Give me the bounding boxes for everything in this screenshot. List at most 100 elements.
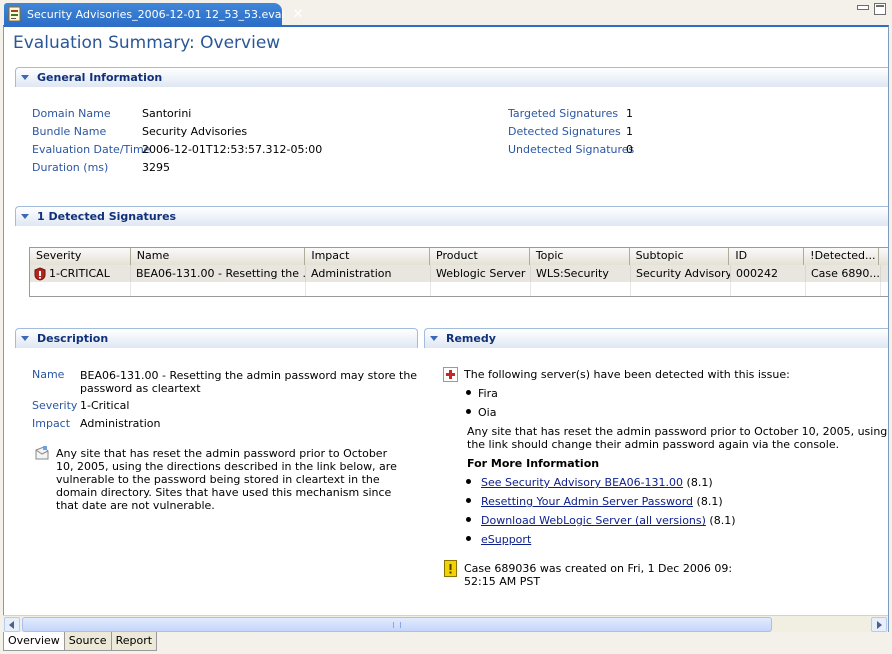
column-header-topic[interactable]: Topic (529, 248, 630, 265)
table-row[interactable]: 1-CRITICAL BEA06-131.00 - Resetting the … (30, 265, 888, 282)
case-line1: Case 689036 was created on Fri, 1 Dec 20… (464, 562, 733, 575)
detected-signatures-value: 1 (626, 125, 633, 138)
severity-text: 1-CRITICAL (49, 267, 110, 280)
evaluation-date-value: 2006-12-01T12:53:57.312-05:00 (142, 143, 323, 156)
description-severity-label: Severity (32, 399, 78, 412)
scroll-right-arrow-icon[interactable] (871, 617, 887, 632)
remedy-intro: The following server(s) have been detect… (464, 368, 790, 381)
remedy-title: Remedy (446, 332, 496, 345)
description-body-line2: 10, 2005, using the directions described… (56, 460, 397, 473)
eval-file-icon (8, 6, 22, 22)
more-info-heading: For More Information (467, 457, 600, 470)
description-name-label: Name (32, 368, 65, 381)
remedy-body-line2: the link should change their admin passw… (467, 438, 840, 451)
grip-icon (393, 622, 401, 628)
bullet-icon (466, 479, 471, 484)
editor-tab[interactable]: Security Advisories_2006-12-01 12_53_53.… (4, 3, 303, 25)
description-severity-value: 1-Critical (80, 399, 130, 412)
column-header-product[interactable]: Product (430, 248, 530, 265)
cell-severity: 1-CRITICAL (30, 265, 131, 282)
undetected-signatures-value: 0 (626, 143, 633, 156)
security-advisory-link[interactable]: See Security Advisory BEA06-131.00 (481, 476, 683, 489)
tab-overview[interactable]: Overview (3, 632, 65, 651)
column-header-id[interactable]: ID (729, 248, 805, 265)
description-name-value-line2: password as cleartext (80, 382, 201, 395)
server-item-oia: Oia (478, 406, 497, 419)
bundle-name-label: Bundle Name (32, 125, 107, 138)
table-header: Severity Name Impact Product Topic Subto… (30, 248, 888, 265)
editor-tab-bar: Security Advisories_2006-12-01 12_53_53.… (0, 0, 892, 26)
collapse-twisty-icon[interactable] (21, 334, 30, 343)
cell-topic: WLS:Security (531, 265, 631, 282)
domain-name-label: Domain Name (32, 107, 111, 120)
collapse-twisty-icon[interactable] (430, 334, 439, 343)
case-note-icon (444, 560, 457, 580)
link-item: Resetting Your Admin Server Password (8.… (481, 495, 723, 508)
critical-severity-icon (34, 266, 46, 281)
bullet-icon (466, 498, 471, 503)
general-info-section-header[interactable]: General Information (15, 67, 888, 87)
column-header-subtopic[interactable]: Subtopic (629, 248, 730, 265)
cell-id: 000242 (731, 265, 806, 282)
bullet-icon (466, 390, 471, 395)
cell-detected: Case 6890... (806, 265, 881, 282)
editor-body: Evaluation Summary: Overview General Inf… (3, 25, 889, 632)
version-text: (8.1) (693, 495, 723, 508)
description-impact-label: Impact (32, 417, 71, 430)
reset-admin-password-link[interactable]: Resetting Your Admin Server Password (481, 495, 693, 508)
column-header-impact[interactable]: Impact (305, 248, 431, 265)
page-tabs: Overview Source Report (3, 632, 158, 652)
description-impact-value: Administration (80, 417, 161, 430)
cell-product: Weblogic Server (431, 265, 531, 282)
minimize-icon[interactable] (856, 3, 869, 15)
undetected-signatures-label: Undetected Signatures (508, 143, 635, 156)
tab-report[interactable]: Report (110, 632, 158, 651)
detected-signatures-label: Detected Signatures (508, 125, 621, 138)
column-header-severity[interactable]: Severity (30, 248, 131, 265)
collapse-twisty-icon[interactable] (21, 73, 30, 82)
targeted-signatures-label: Targeted Signatures (508, 107, 619, 120)
description-body-line1: Any site that has reset the admin passwo… (56, 447, 388, 460)
bullet-icon (466, 409, 471, 414)
bullet-icon (466, 536, 471, 541)
description-name-value-line1: BEA06-131.00 - Resetting the admin passw… (80, 369, 418, 382)
description-body-line3: vulnerable to the password being stored … (56, 473, 380, 486)
signatures-table[interactable]: Severity Name Impact Product Topic Subto… (29, 247, 888, 297)
link-item: See Security Advisory BEA06-131.00 (8.1) (481, 476, 713, 489)
horizontal-scrollbar[interactable] (3, 615, 888, 632)
close-icon[interactable]: ✕ (293, 7, 304, 22)
bundle-name-value: Security Advisories (142, 125, 248, 138)
server-item-fira: Fira (478, 387, 498, 400)
description-section-header[interactable]: Description (15, 328, 418, 348)
duration-value: 3295 (142, 161, 170, 174)
case-line2: 52:15 AM PST (464, 575, 541, 588)
remedy-section-header[interactable]: Remedy (424, 328, 888, 348)
esupport-link[interactable]: eSupport (481, 533, 531, 546)
tab-source[interactable]: Source (63, 632, 112, 651)
collapse-twisty-icon[interactable] (21, 212, 30, 221)
column-header-filler (879, 248, 888, 265)
general-info-title: General Information (37, 71, 163, 84)
scrollbar-thumb[interactable] (22, 617, 772, 632)
domain-name-value: Santorini (142, 107, 192, 120)
table-row-empty[interactable] (30, 282, 888, 296)
version-text: (8.1) (683, 476, 713, 489)
evaluation-date-label: Evaluation Date/Time (32, 143, 151, 156)
editor-tab-title: Security Advisories_2006-12-01 12_53_53.… (27, 7, 285, 21)
targeted-signatures-value: 1 (626, 107, 633, 120)
maximize-icon[interactable] (874, 3, 886, 15)
detected-signatures-title: 1 Detected Signatures (37, 210, 177, 223)
page-title: Evaluation Summary: Overview (13, 33, 281, 53)
link-item: eSupport (481, 533, 531, 546)
link-item: Download WebLogic Server (all versions) … (481, 514, 736, 527)
column-header-detected[interactable]: !Detected... (804, 248, 879, 265)
description-body-line5: that date are not vulnerable. (56, 499, 215, 512)
download-weblogic-link[interactable]: Download WebLogic Server (all versions) (481, 514, 706, 527)
detected-signatures-section-header[interactable]: 1 Detected Signatures (15, 206, 888, 226)
column-header-name[interactable]: Name (130, 248, 306, 265)
description-note-icon (34, 445, 50, 464)
cell-impact: Administration (306, 265, 431, 282)
cell-subtopic: Security Advisory (631, 265, 731, 282)
scroll-left-arrow-icon[interactable] (4, 617, 20, 632)
cell-name: BEA06-131.00 - Resetting the ... (131, 265, 306, 282)
